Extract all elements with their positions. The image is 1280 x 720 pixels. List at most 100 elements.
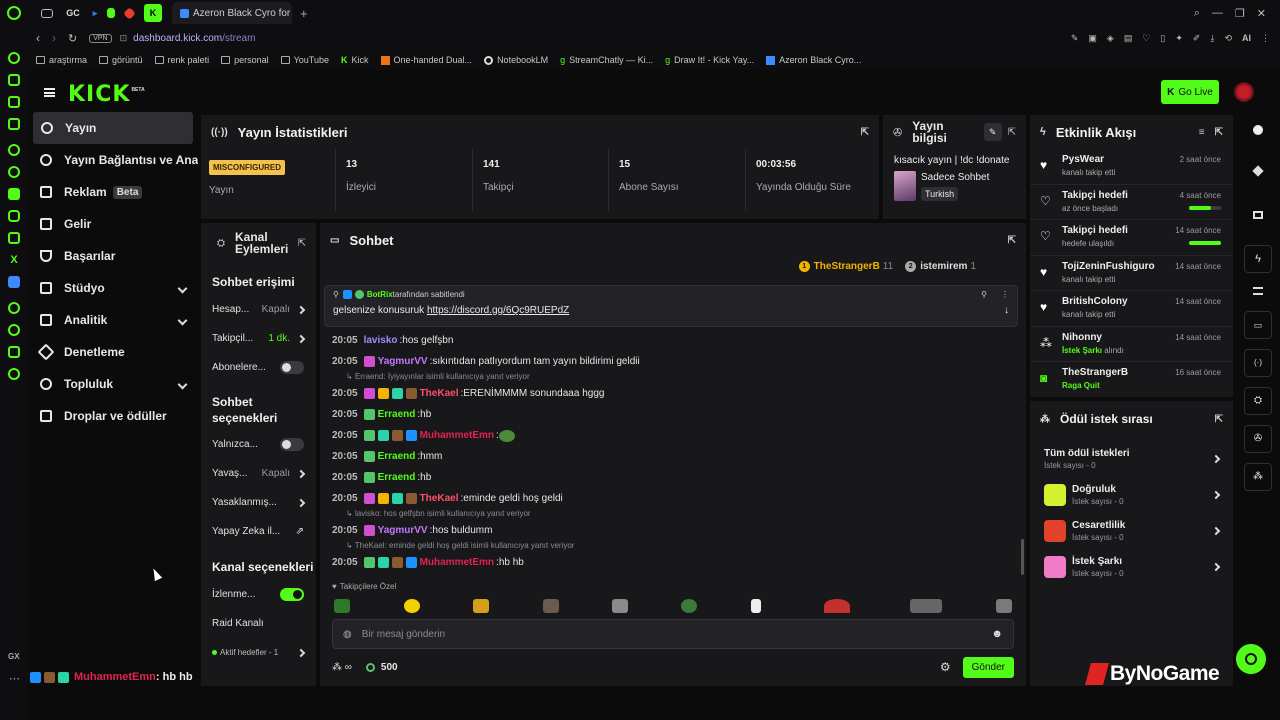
history-sidebar-icon[interactable] [8, 324, 20, 336]
message-username[interactable]: MuhammetEmn [420, 557, 494, 568]
instagram-icon[interactable] [8, 210, 20, 222]
emoji-icon[interactable]: ☻ [991, 628, 1003, 640]
subscribers-toggle[interactable] [280, 361, 304, 374]
emote-5[interactable] [612, 599, 628, 613]
setting-slow-mode[interactable]: Yavaş... Kapalı [201, 459, 316, 488]
kick-logo[interactable]: KICK BETA [68, 82, 145, 107]
menu-icon[interactable]: ⋮ [1261, 33, 1270, 44]
info-icon[interactable] [1253, 125, 1263, 135]
emote-3[interactable] [473, 599, 489, 613]
pinned-by[interactable]: BotRix [367, 290, 393, 299]
collapse-pinned-icon[interactable]: ↓ [1004, 305, 1009, 316]
top-user-2[interactable]: istemirem [920, 261, 967, 272]
pinned-menu-icon[interactable]: ⋮ [1001, 290, 1009, 299]
forward-icon[interactable]: › [52, 31, 56, 45]
bookmark-azeron[interactable]: Azeron Black Cyro... [766, 55, 861, 65]
go-live-button[interactable]: K Go Live [1161, 80, 1219, 104]
setting-emote-only[interactable]: Yalnızca... [201, 430, 316, 459]
shield-icon[interactable]: ◈ [1107, 33, 1114, 44]
document-icon[interactable]: ▯ [1160, 33, 1165, 44]
opera-logo-icon[interactable] [7, 6, 21, 20]
bookmark-arastirma[interactable]: araştırma [36, 55, 87, 65]
rewards-rail-icon[interactable]: ⁂ [1244, 463, 1272, 491]
nav-yayin[interactable]: Yayın [33, 112, 193, 144]
url-field[interactable]: dashboard.kick.com/stream [133, 33, 255, 44]
message-username[interactable]: Erraend [378, 409, 416, 420]
watch-toggle[interactable] [280, 588, 304, 601]
setting-followers-only[interactable]: Takipçil... 1 dk. [201, 324, 316, 353]
reward-item[interactable]: Doğruluk İstek sayısı - 0 [1030, 477, 1233, 513]
tab-icon-play[interactable]: ▸ [87, 5, 103, 21]
setting-active-goals[interactable]: Aktif hedefler - 1 [201, 638, 316, 667]
gx-control-icon[interactable] [8, 74, 20, 86]
tab-icon-mail[interactable] [41, 8, 53, 18]
message-username[interactable]: TheKael [420, 388, 459, 399]
gx-ai-icon[interactable] [8, 144, 20, 156]
player-icon[interactable] [8, 302, 20, 314]
nav-basarilar[interactable]: Başarılar [28, 240, 198, 272]
setting-account-age[interactable]: Hesap... Kapalı [201, 295, 316, 324]
emote-8[interactable] [824, 599, 850, 613]
gx-corner-icon[interactable] [8, 96, 20, 108]
wrench-rail-icon[interactable]: ✇ [1244, 425, 1272, 453]
bookmark-one-handed[interactable]: One-handed Dual... [380, 55, 472, 65]
setting-subscribers-only[interactable]: Abonelere... [201, 353, 316, 382]
bookmark-renk-paleti[interactable]: renk paleti [154, 55, 209, 65]
vpn-badge[interactable]: VPN [89, 33, 112, 43]
chat-message[interactable]: 20:05 MuhammetEmn: [332, 425, 1012, 446]
setting-raid-channel[interactable]: Raid Kanalı [201, 609, 316, 638]
edit-icon[interactable]: ✐ [1193, 33, 1201, 44]
chat-input[interactable]: ◍ Bir mesaj gönderin ☻ [332, 619, 1014, 649]
bookmark-streamchatly[interactable]: ɡ StreamChatly — Ki... [560, 55, 653, 65]
send-button[interactable]: Gönder [962, 656, 1014, 678]
actions-rail-icon[interactable]: ⛭ [1244, 387, 1272, 415]
nav-denetleme[interactable]: Denetleme [28, 336, 198, 368]
new-tab-icon[interactable]: + [300, 6, 308, 21]
whatsapp-icon[interactable] [8, 166, 20, 178]
filter-icon[interactable]: ≡ [1199, 127, 1205, 138]
top-user-1[interactable]: TheStrangerB [814, 261, 880, 272]
search-icon[interactable]: ⌕ [1194, 7, 1200, 20]
popout-icon[interactable]: ⇱ [1215, 414, 1223, 425]
message-username[interactable]: Erraend [378, 472, 416, 483]
edit-icon[interactable] [1252, 165, 1264, 177]
nav-reklam[interactable]: Reklam Beta [28, 176, 198, 208]
chat-rail-icon[interactable]: ▭ [1244, 311, 1272, 339]
event-item[interactable]: ♥ PysWear kanalı takip etti 2 saat önce [1030, 149, 1233, 185]
bookmark-personal[interactable]: personal [221, 55, 269, 65]
nav-droplar[interactable]: Droplar ve ödüller [28, 400, 198, 432]
ai-button[interactable]: AI [1242, 33, 1251, 43]
popout-icon[interactable]: ⇱ [298, 238, 306, 249]
chat-settings-icon[interactable]: ⚙ [940, 660, 951, 674]
bookmark-youtube[interactable]: YouTube [280, 55, 329, 65]
event-item[interactable]: ♡ Takipçi hedefi hedefe ulaşıldı 14 saat ön… [1030, 220, 1233, 256]
emote-1[interactable] [334, 599, 350, 613]
wallet-icon[interactable]: ▤ [1124, 33, 1133, 44]
nav-yayin-baglantisi[interactable]: Yayın Bağlantısı ve Anahtar [28, 144, 198, 176]
edit-info-button[interactable]: ✎ [983, 123, 1002, 141]
bookmark-notebooklm[interactable]: NotebookLM [484, 55, 548, 65]
chat-message[interactable]: 20:05 YagmurVV: hos buldumm [332, 520, 1012, 541]
emote-only-toggle[interactable] [280, 438, 304, 451]
message-username[interactable]: YagmurVV [378, 525, 428, 536]
nav-analitik[interactable]: Analitik [28, 304, 198, 336]
message-username[interactable]: lavisko [364, 335, 398, 346]
support-button[interactable] [1236, 644, 1266, 674]
back-icon[interactable]: ‹ [36, 31, 40, 45]
pinned-link[interactable]: https://discord.gg/6Qc9RUEPdZ [427, 305, 569, 316]
x-icon[interactable]: X [8, 254, 20, 266]
message-username[interactable]: Erraend [378, 451, 416, 462]
chat-message[interactable]: 20:05 TheKael: ERENİMMMM sonundaaa hggg [332, 383, 1012, 404]
event-item[interactable]: ◙ TheStrangerB Raga Quit 16 saat önce [1030, 362, 1233, 397]
pin-icon[interactable]: ✎ [1071, 33, 1079, 44]
popout-icon[interactable]: ⇱ [1008, 235, 1016, 246]
nav-studyo[interactable]: Stüdyo [28, 272, 198, 304]
hamburger-icon[interactable] [44, 88, 55, 97]
event-item[interactable]: ⁂ Nihonny İstek Şarkı alındı 14 saat önce [1030, 327, 1233, 362]
emote-10[interactable] [996, 599, 1012, 613]
speed-dial-icon[interactable] [8, 52, 20, 64]
chat-message[interactable]: 20:05 YagmurVV: sıkıntıdan patlıyordum ta… [332, 351, 1012, 372]
heart-icon[interactable]: ♡ [1142, 33, 1150, 44]
message-username[interactable]: MuhammetEmn [420, 430, 494, 441]
unpin-icon[interactable]: ⚲ [981, 290, 987, 299]
